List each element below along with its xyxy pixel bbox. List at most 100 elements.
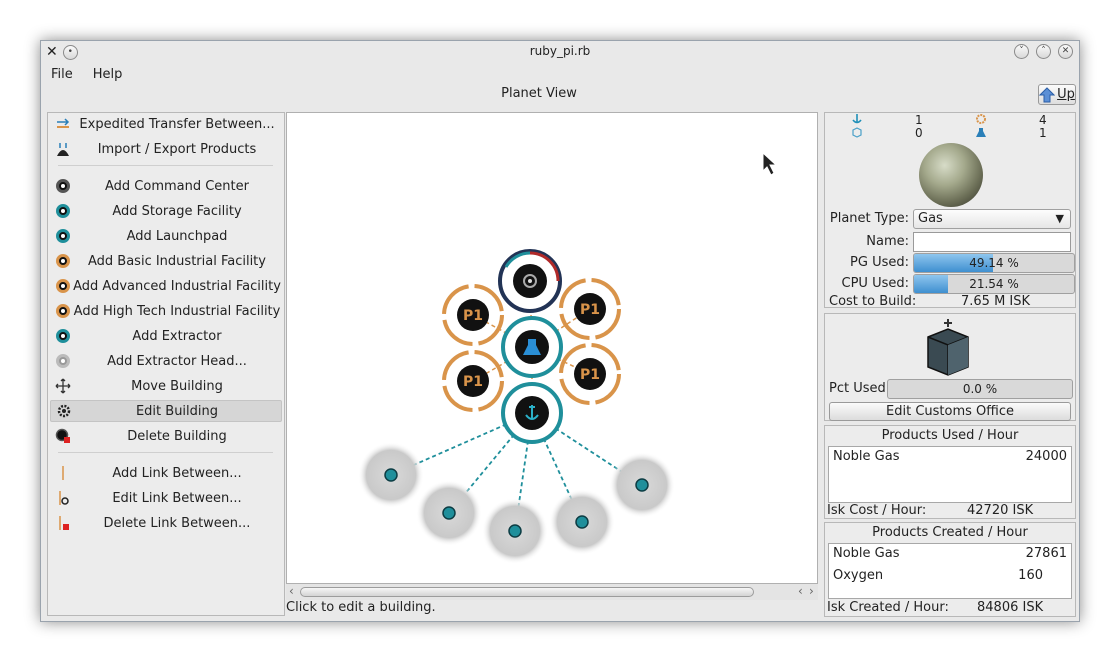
move-icon — [54, 377, 72, 395]
storage-building — [501, 316, 563, 378]
products-created-title: Products Created / Hour — [872, 525, 1028, 540]
list-item[interactable]: Oxygen 160 — [833, 568, 1067, 583]
launchpad-icon — [54, 227, 72, 245]
cpu-used-label: CPU Used: — [841, 276, 909, 291]
maximize-button[interactable]: ˄ — [1036, 44, 1051, 59]
horizontal-scrollbar[interactable]: ‹ ‹ › — [286, 584, 818, 600]
storage-count: 0 — [915, 126, 923, 140]
action-add-high-tech-industrial[interactable]: Add High Tech Industrial Facility — [50, 300, 282, 322]
pct-used-bar: 0.0 % — [887, 379, 1073, 399]
status-text: Click to edit a building. — [286, 600, 436, 615]
menu-file[interactable]: File — [51, 67, 73, 82]
planet-image — [919, 143, 983, 207]
close-button[interactable]: ✕ — [1058, 44, 1073, 59]
isk-created-label: Isk Created / Hour: — [827, 600, 949, 615]
pct-used-label: Pct Used: — [829, 381, 891, 396]
gear-icon — [55, 402, 73, 420]
list-item[interactable]: Noble Gas 24000 — [833, 449, 1067, 464]
name-input[interactable] — [913, 232, 1071, 252]
scroll-right-icon[interactable]: › — [809, 584, 814, 598]
command-center-building — [498, 249, 562, 313]
list-item[interactable]: Noble Gas 27861 — [833, 546, 1067, 561]
import-export-icon — [54, 140, 72, 158]
products-used-title: Products Used / Hour — [881, 428, 1019, 443]
app-window: ✕ • ruby_pi.rb ˅ ˄ ✕ File Help Planet Vi… — [40, 40, 1080, 622]
factory-count: 4 — [1039, 113, 1047, 127]
action-add-link[interactable]: Add Link Between... — [50, 462, 282, 484]
products-created-list[interactable]: Noble Gas 27861 Oxygen 160 — [828, 543, 1072, 599]
action-delete-building[interactable]: Delete Building — [50, 425, 282, 447]
edit-customs-office-button[interactable]: Edit Customs Office — [829, 402, 1071, 421]
command-count-icon — [975, 126, 987, 141]
storage-facility-icon — [54, 202, 72, 220]
customs-office-panel: Pct Used: 0.0 % Edit Customs Office — [824, 313, 1076, 421]
arrow-up-icon — [1039, 86, 1056, 102]
planet-type-label: Planet Type: — [829, 211, 909, 226]
scroll-left-icon[interactable]: ‹ — [798, 584, 803, 598]
title-bar: ✕ • ruby_pi.rb ˅ ˄ ✕ — [41, 41, 1079, 63]
action-edit-link[interactable]: Edit Link Between... — [50, 487, 282, 509]
planet-type-select[interactable]: Gas ▼ — [913, 209, 1071, 229]
window-title: ruby_pi.rb — [529, 44, 591, 58]
extractor-heads — [358, 442, 675, 564]
action-expedited-transfer[interactable]: Expedited Transfer Between... — [50, 113, 282, 135]
action-add-launchpad[interactable]: Add Launchpad — [50, 225, 282, 247]
minimize-button[interactable]: ˅ — [1014, 44, 1029, 59]
command-center-icon — [54, 177, 72, 195]
high-tech-industrial-icon — [54, 302, 72, 320]
scroll-left-icon[interactable]: ‹ — [289, 584, 294, 598]
menu-help[interactable]: Help — [93, 67, 123, 82]
action-import-export[interactable]: Import / Export Products — [50, 138, 282, 160]
separator — [58, 165, 273, 166]
pg-used-bar: 49.14 % — [913, 253, 1075, 273]
p1-label: P1 — [463, 374, 483, 390]
pg-used-label: PG Used: — [850, 255, 909, 270]
scroll-thumb[interactable] — [300, 587, 754, 597]
view-title: Planet View — [501, 86, 577, 101]
planet-layout-graphic: P1 P1 P1 P1 — [358, 151, 778, 564]
cost-to-build-value: 7.65 M ISK — [961, 294, 1031, 309]
cost-to-build-label: Cost to Build: — [829, 294, 917, 309]
separator — [58, 452, 273, 453]
actions-panel: Expedited Transfer Between... Import / E… — [47, 112, 285, 616]
launchpad-count: 1 — [915, 113, 923, 127]
isk-cost-label: Isk Cost / Hour: — [827, 503, 927, 518]
up-button[interactable]: Up — [1038, 84, 1076, 105]
expedited-transfer-icon — [54, 115, 72, 133]
name-label: Name: — [866, 234, 909, 249]
extractor-icon — [54, 327, 72, 345]
action-add-extractor[interactable]: Add Extractor — [50, 325, 282, 347]
delete-building-icon — [54, 427, 72, 445]
p1-label: P1 — [580, 367, 600, 383]
up-label: Up — [1057, 87, 1075, 102]
basic-industrial-icon — [54, 252, 72, 270]
action-delete-link[interactable]: Delete Link Between... — [50, 512, 282, 534]
delete-link-icon — [54, 514, 72, 532]
extractor-head-icon — [54, 352, 72, 370]
customs-office-icon — [927, 319, 969, 376]
mouse-cursor — [762, 151, 778, 176]
planet-canvas[interactable]: P1 P1 P1 P1 — [286, 112, 818, 584]
launchpad-building — [501, 382, 563, 444]
isk-created-value: 84806 ISK — [977, 600, 1044, 615]
menu-bar: File Help — [41, 63, 1079, 85]
storage-count-icon — [851, 126, 863, 141]
isk-cost-value: 42720 ISK — [967, 503, 1034, 518]
action-add-storage-facility[interactable]: Add Storage Facility — [50, 200, 282, 222]
products-used-panel: Products Used / Hour Noble Gas 24000 Isk… — [824, 425, 1076, 519]
action-add-basic-industrial[interactable]: Add Basic Industrial Facility — [50, 250, 282, 272]
products-created-panel: Products Created / Hour Noble Gas 27861 … — [824, 522, 1076, 617]
action-add-command-center[interactable]: Add Command Center — [50, 175, 282, 197]
cpu-used-bar: 21.54 % — [913, 274, 1075, 294]
add-link-icon — [54, 464, 72, 482]
p1-label: P1 — [463, 308, 483, 324]
products-used-list[interactable]: Noble Gas 24000 — [828, 446, 1072, 503]
chevron-down-icon: ▼ — [1055, 212, 1064, 225]
action-edit-building[interactable]: Edit Building — [50, 400, 282, 422]
planet-info-panel: 1 4 0 1 Planet Type: Gas ▼ Name: PG Used… — [824, 112, 1076, 309]
edit-link-icon — [54, 489, 72, 507]
p1-label: P1 — [580, 302, 600, 318]
action-add-advanced-industrial[interactable]: Add Advanced Industrial Facility — [50, 275, 282, 297]
action-move-building[interactable]: Move Building — [50, 375, 282, 397]
action-add-extractor-head[interactable]: Add Extractor Head... — [50, 350, 282, 372]
